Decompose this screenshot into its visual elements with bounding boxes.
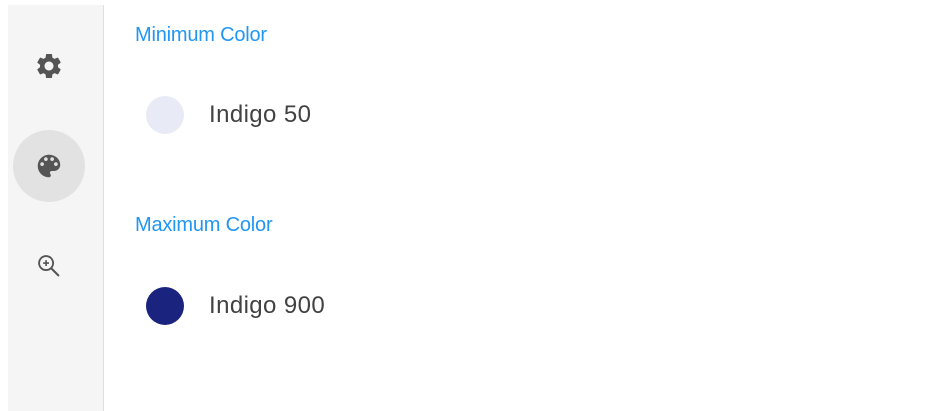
sidebar-item-zoom[interactable] bbox=[13, 230, 85, 302]
minimum-color-selector[interactable]: Indigo 50 bbox=[146, 95, 311, 135]
gear-icon bbox=[34, 51, 64, 81]
maximum-color-title: Maximum Color bbox=[135, 214, 273, 236]
zoom-in-icon bbox=[35, 252, 63, 280]
sidebar-rail bbox=[8, 5, 104, 411]
maximum-color-selector[interactable]: Indigo 900 bbox=[146, 286, 325, 326]
palette-icon bbox=[34, 151, 64, 181]
sidebar-item-settings[interactable] bbox=[13, 30, 85, 102]
main-panel: Minimum Color Indigo 50 Maximum Color In… bbox=[104, 0, 936, 411]
minimum-color-name: Indigo 50 bbox=[209, 101, 312, 128]
maximum-color-swatch bbox=[146, 287, 184, 325]
minimum-color-title: Minimum Color bbox=[135, 24, 267, 46]
sidebar-item-palette[interactable] bbox=[13, 130, 85, 202]
page: Minimum Color Indigo 50 Maximum Color In… bbox=[0, 0, 936, 411]
maximum-color-name: Indigo 900 bbox=[209, 292, 326, 319]
minimum-color-swatch bbox=[146, 96, 184, 134]
